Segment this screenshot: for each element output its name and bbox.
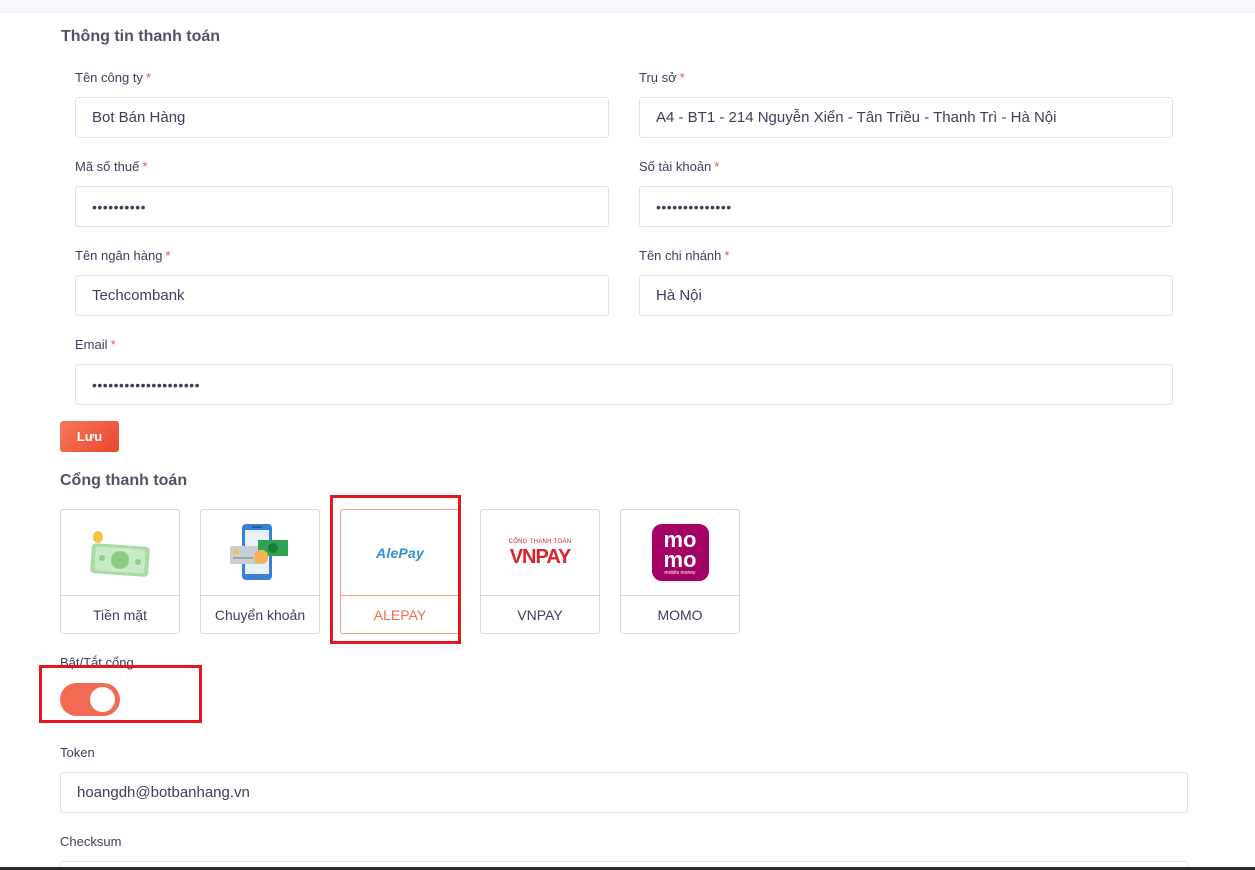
required-mark: *: [679, 70, 685, 85]
headquarters-input[interactable]: [639, 97, 1173, 138]
momo-logo-small: mobile money: [664, 569, 696, 576]
company-name-input[interactable]: [75, 97, 609, 138]
gateway-section-title: Cổng thanh toán: [60, 472, 188, 489]
required-mark: *: [110, 337, 116, 352]
token-input[interactable]: [60, 772, 1188, 813]
bank-name-label: Tên ngân hàng *: [75, 248, 171, 263]
bank-name-input[interactable]: [75, 275, 609, 316]
gateway-card-bank-transfer[interactable]: Chuyển khoản: [200, 509, 320, 634]
gateway-name: MOMO: [621, 595, 739, 633]
gateway-card-cash[interactable]: Tiền mặt: [60, 509, 180, 634]
company-name-label: Tên công ty *: [75, 70, 151, 85]
billing-section-title: Thông tin thanh toán: [61, 28, 221, 45]
momo-logo: mo mo mobile money: [621, 510, 739, 595]
gateway-name: Chuyển khoản: [201, 595, 319, 633]
account-number-input[interactable]: [639, 186, 1173, 227]
tax-code-input[interactable]: [75, 186, 609, 227]
branch-name-label: Tên chi nhánh *: [639, 248, 730, 263]
highlight-box-toggle: [39, 665, 202, 723]
vnpay-logo: CỔNG THANH TOÁN VNPAY: [481, 510, 599, 595]
cash-icon: [61, 510, 179, 595]
gateway-card-momo[interactable]: mo mo mobile money MOMO: [620, 509, 740, 634]
gateway-name: Tiền mặt: [61, 595, 179, 633]
tax-code-label: Mã số thuế *: [75, 159, 148, 174]
required-mark: *: [714, 159, 720, 174]
required-mark: *: [145, 70, 151, 85]
email-label: Email *: [75, 337, 116, 352]
required-mark: *: [142, 159, 148, 174]
headquarters-label: Trụ sở *: [639, 70, 685, 85]
branch-name-input[interactable]: [639, 275, 1173, 316]
top-bar: [0, 0, 1255, 13]
vnpay-logo-text: VNPAY: [509, 545, 572, 568]
required-mark: *: [165, 248, 171, 263]
gateway-card-vnpay[interactable]: CỔNG THANH TOÁN VNPAY VNPAY: [480, 509, 600, 634]
save-button[interactable]: Lưu: [60, 421, 119, 452]
token-label: Token: [60, 745, 95, 760]
gateway-name: VNPAY: [481, 595, 599, 633]
email-input[interactable]: [75, 364, 1173, 405]
vnpay-logo-small: CỔNG THANH TOÁN: [508, 538, 572, 545]
checksum-label: Checksum: [60, 834, 122, 849]
required-mark: *: [724, 248, 730, 263]
account-number-label: Số tài khoản *: [639, 159, 720, 174]
bank-transfer-icon: [201, 510, 319, 595]
highlight-box-alepay: [330, 495, 461, 644]
momo-logo-bottom: mo: [663, 546, 697, 572]
